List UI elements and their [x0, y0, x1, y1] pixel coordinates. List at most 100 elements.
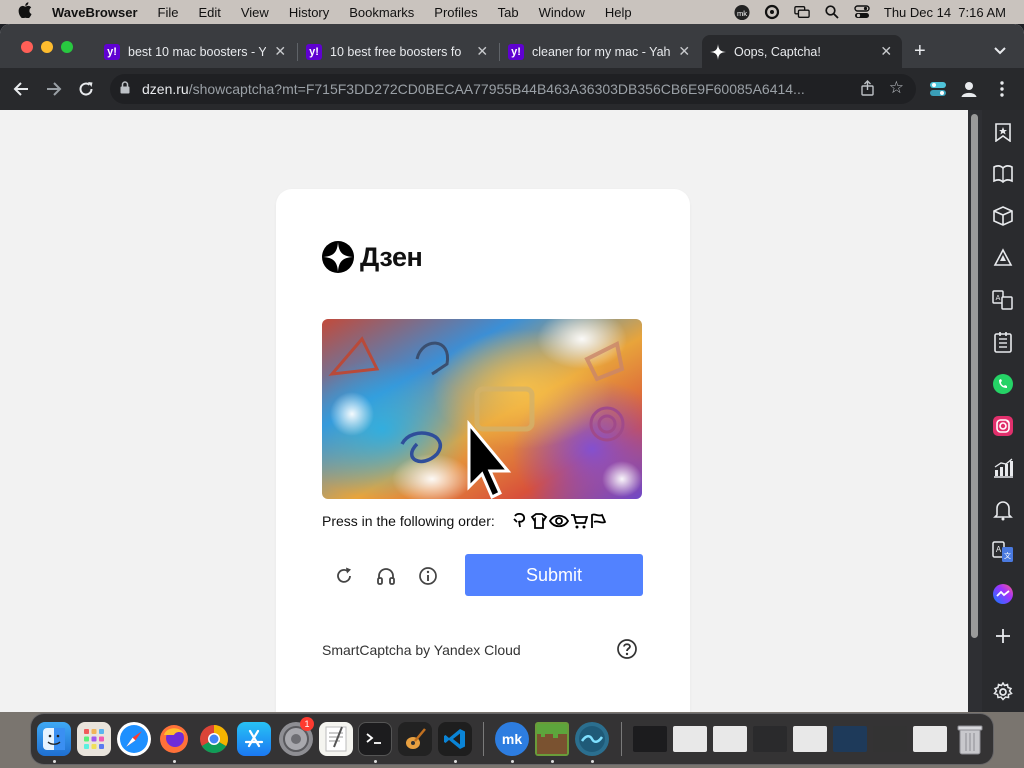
clock[interactable]: Thu Dec 14 7:16 AM	[884, 5, 1006, 20]
bell-icon[interactable]	[991, 498, 1015, 522]
browser-toolbar: dzen.ru /showcaptcha?mt=F715F3DD272CD0BE…	[0, 68, 1024, 110]
checklist-icon[interactable]	[991, 330, 1015, 354]
translate-files-icon[interactable]: A	[991, 288, 1015, 312]
running-indicator	[551, 760, 554, 763]
minimized-window-thumbnail[interactable]	[753, 726, 787, 752]
submit-button[interactable]: Submit	[465, 554, 643, 596]
svg-text:A: A	[996, 295, 1001, 302]
chart-icon[interactable]	[991, 456, 1015, 480]
reload-button[interactable]	[75, 78, 97, 100]
tab-cleaner-for-mac[interactable]: y! cleaner for my mac - Yah ✕	[500, 35, 700, 68]
smartcaptcha-credit: SmartCaptcha by Yandex Cloud	[322, 642, 521, 658]
lock-icon[interactable]	[120, 81, 132, 97]
new-tab-button[interactable]: +	[914, 41, 926, 61]
dock: 1 mk	[30, 713, 994, 765]
reading-list-icon[interactable]	[991, 162, 1015, 186]
menu-profiles[interactable]: Profiles	[424, 5, 487, 20]
dzen-logo-icon	[322, 241, 354, 273]
menu-tab[interactable]: Tab	[488, 5, 529, 20]
share-icon[interactable]	[861, 80, 874, 99]
menu-history[interactable]: History	[279, 5, 339, 20]
textedit-icon[interactable]	[319, 722, 353, 756]
eye-icon	[548, 514, 569, 528]
translate-icon[interactable]: A文	[991, 540, 1015, 564]
firefox-icon[interactable]	[157, 722, 191, 756]
tab-free-boosters[interactable]: y! 10 best free boosters fo ✕	[298, 35, 498, 68]
vscode-icon[interactable]	[438, 722, 472, 756]
trash-icon[interactable]	[953, 722, 987, 756]
minecraft-icon[interactable]	[535, 722, 569, 756]
tab-close-icon[interactable]: ✕	[878, 43, 894, 60]
monitor-app-icon[interactable]: mk	[734, 4, 750, 20]
minimized-window-thumbnail[interactable]	[633, 726, 667, 752]
dock-divider	[621, 722, 622, 756]
launchpad-icon[interactable]	[77, 722, 111, 756]
screen-mirroring-icon[interactable]	[794, 4, 810, 20]
forward-button[interactable]	[43, 78, 65, 100]
profile-icon[interactable]	[958, 78, 980, 100]
menu-file[interactable]: File	[148, 5, 189, 20]
info-icon[interactable]	[417, 565, 439, 587]
ai-icon[interactable]	[991, 246, 1015, 270]
minimized-window-thumbnail[interactable]	[713, 726, 747, 752]
safari-icon[interactable]	[117, 722, 151, 756]
menu-bar: WaveBrowser File Edit View History Bookm…	[0, 0, 1024, 24]
scrollbar-thumb[interactable]	[971, 114, 978, 638]
messenger-icon[interactable]	[991, 582, 1015, 606]
flag-icon	[590, 513, 606, 528]
terminal-icon[interactable]	[358, 722, 392, 756]
page-scrollbar[interactable]	[968, 110, 982, 712]
finder-icon[interactable]	[37, 722, 71, 756]
menu-help[interactable]: Help	[595, 5, 642, 20]
bookmark-star-icon[interactable]: ☆	[889, 78, 904, 98]
app-menu[interactable]: WaveBrowser	[40, 5, 148, 20]
help-icon[interactable]	[616, 638, 638, 660]
captcha-image[interactable]	[322, 319, 642, 499]
app-store-icon[interactable]	[237, 722, 271, 756]
browser-menu-icon[interactable]	[991, 78, 1013, 100]
menu-bookmarks[interactable]: Bookmarks	[339, 5, 424, 20]
spotlight-icon[interactable]	[824, 4, 840, 20]
yahoo-icon: y!	[306, 43, 322, 60]
minimized-window-thumbnail[interactable]	[913, 726, 947, 752]
refresh-captcha-icon[interactable]	[333, 565, 355, 587]
search-assistant-icon[interactable]	[764, 4, 780, 20]
instagram-icon[interactable]	[991, 414, 1015, 438]
shirt-icon	[530, 513, 547, 529]
order-instruction: Press in the following order:	[322, 513, 607, 529]
minimized-window-thumbnail[interactable]	[673, 726, 707, 752]
chrome-icon[interactable]	[197, 722, 231, 756]
settings-icon[interactable]	[991, 680, 1015, 704]
plus-icon[interactable]	[991, 624, 1015, 648]
apple-icon[interactable]	[10, 2, 40, 22]
bookmark-star-icon[interactable]	[991, 120, 1015, 144]
svg-text:A: A	[996, 545, 1002, 554]
close-window-button[interactable]	[21, 41, 33, 53]
address-bar[interactable]: dzen.ru /showcaptcha?mt=F715F3DD272CD0BE…	[110, 74, 916, 104]
minimized-window-thumbnail[interactable]	[873, 726, 907, 752]
menu-edit[interactable]: Edit	[188, 5, 230, 20]
box-icon[interactable]	[991, 204, 1015, 228]
whatsapp-icon[interactable]	[991, 372, 1015, 396]
cart-icon	[570, 514, 588, 529]
tab-close-icon[interactable]: ✕	[272, 43, 288, 60]
tab-close-icon[interactable]: ✕	[676, 43, 692, 60]
menu-window[interactable]: Window	[529, 5, 595, 20]
wave-browser-icon[interactable]	[575, 722, 609, 756]
tab-best-mac-boosters[interactable]: y! best 10 mac boosters - Y ✕	[96, 35, 296, 68]
extension-icon[interactable]	[927, 78, 949, 100]
garageband-icon[interactable]	[398, 722, 432, 756]
tab-close-icon[interactable]: ✕	[474, 43, 490, 60]
minimized-window-thumbnail[interactable]	[833, 726, 867, 752]
mk-app-icon[interactable]: mk	[495, 722, 529, 756]
minimized-window-thumbnail[interactable]	[793, 726, 827, 752]
minimize-window-button[interactable]	[41, 41, 53, 53]
tab-search-chevron-icon[interactable]	[994, 42, 1006, 58]
menu-view[interactable]: View	[231, 5, 279, 20]
maximize-window-button[interactable]	[61, 41, 73, 53]
tab-oops-captcha[interactable]: Oops, Captcha! ✕	[702, 35, 902, 68]
back-button[interactable]	[10, 78, 32, 100]
audio-captcha-icon[interactable]	[375, 565, 397, 587]
svg-text:mk: mk	[737, 8, 747, 17]
control-center-icon[interactable]	[854, 4, 870, 20]
